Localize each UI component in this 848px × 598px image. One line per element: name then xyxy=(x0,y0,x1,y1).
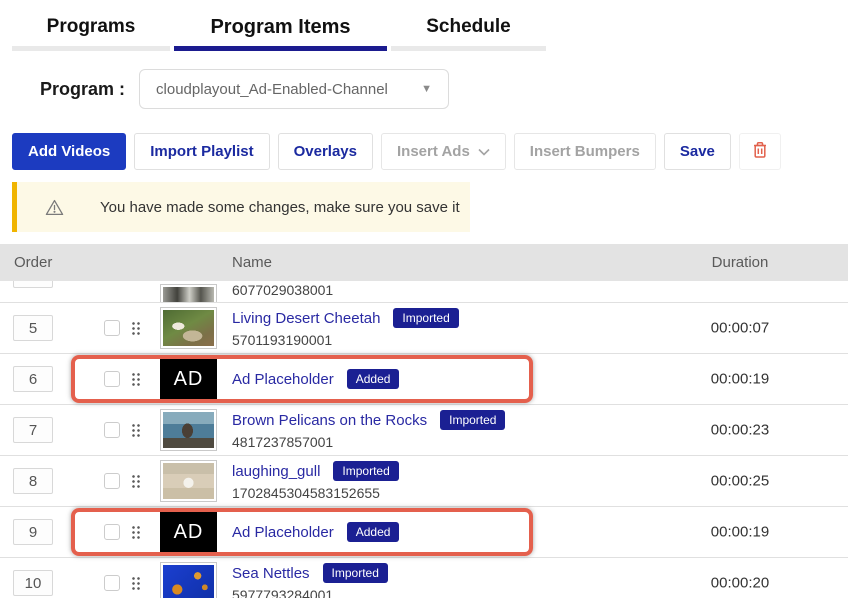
video-name-link[interactable]: Living Desert Cheetah xyxy=(232,310,380,327)
unsaved-changes-banner: You have made some changes, make sure yo… xyxy=(12,182,470,232)
duration-cell: 00:00:19 xyxy=(680,371,800,388)
drag-handle-icon[interactable] xyxy=(131,372,140,386)
drag-handle-icon[interactable] xyxy=(131,423,140,437)
row-checkbox[interactable] xyxy=(104,524,120,540)
dropdown-arrow-icon: ▼ xyxy=(421,83,432,95)
table-header: Order Name Duration xyxy=(0,244,848,281)
delete-button[interactable] xyxy=(739,133,781,170)
video-thumbnail xyxy=(160,562,217,598)
status-badge: Imported xyxy=(393,308,458,328)
video-thumbnail xyxy=(160,460,217,502)
row-checkbox[interactable] xyxy=(104,371,120,387)
table-row: 7 Brown Pelicans on the Rocks Imported 4… xyxy=(0,405,848,456)
table-row: 8 laughing_gull Imported 170284530458315… xyxy=(0,456,848,507)
table-row: 5 Living Desert Cheetah Imported 5701193… xyxy=(0,303,848,354)
row-checkbox[interactable] xyxy=(104,422,120,438)
order-number-box[interactable]: 8 xyxy=(13,468,53,494)
status-badge: Imported xyxy=(440,410,505,430)
column-header-name: Name xyxy=(232,244,272,281)
warning-triangle-icon xyxy=(45,199,64,216)
drag-handle-icon[interactable] xyxy=(131,525,140,539)
video-thumbnail xyxy=(160,409,217,451)
add-videos-button[interactable]: Add Videos xyxy=(12,133,126,170)
video-name-link[interactable]: Sea Nettles xyxy=(232,565,310,582)
column-header-duration: Duration xyxy=(680,244,800,281)
video-thumbnail xyxy=(160,307,217,349)
video-id: 5701193190001 xyxy=(232,332,459,348)
drag-handle-icon[interactable] xyxy=(131,576,140,590)
drag-handle-icon[interactable] xyxy=(131,474,140,488)
order-number-box[interactable]: 9 xyxy=(13,519,53,545)
video-id: 6077029038001 xyxy=(232,282,333,298)
ad-thumbnail: AD xyxy=(160,511,217,553)
order-number-box[interactable] xyxy=(13,281,53,288)
duration-cell: 00:00:20 xyxy=(680,575,800,592)
duration-cell: 00:00:23 xyxy=(680,422,800,439)
drag-handle-icon[interactable] xyxy=(131,321,140,335)
tab-schedule[interactable]: Schedule xyxy=(391,16,546,51)
program-dropdown[interactable]: cloudplayout_Ad-Enabled-Channel ▼ xyxy=(139,69,449,109)
video-thumbnail xyxy=(160,284,217,303)
table-row-partial: 6077029038001 xyxy=(0,281,848,303)
status-badge: Imported xyxy=(323,563,388,583)
table-row: 9 AD Ad Placeholder Added 00:00:19 xyxy=(0,507,848,558)
status-badge: Added xyxy=(347,369,400,389)
insert-bumpers-button: Insert Bumpers xyxy=(514,133,656,170)
video-name-link[interactable]: Ad Placeholder xyxy=(232,371,334,388)
order-number-box[interactable]: 7 xyxy=(13,417,53,443)
table-row: 6 AD Ad Placeholder Added 00:00:19 xyxy=(0,354,848,405)
tab-program-items[interactable]: Program Items xyxy=(174,16,387,51)
trash-icon xyxy=(752,141,768,163)
program-items-table: Order Name Duration 6077029038001 5 Livi… xyxy=(0,244,848,598)
order-number-box[interactable]: 10 xyxy=(13,570,53,596)
status-badge: Imported xyxy=(333,461,398,481)
warning-text: You have made some changes, make sure yo… xyxy=(100,199,460,216)
video-name-link[interactable]: laughing_gull xyxy=(232,463,320,480)
video-id: 4817237857001 xyxy=(232,434,505,450)
order-number-box[interactable]: 5 xyxy=(13,315,53,341)
insert-ads-button: Insert Ads xyxy=(381,133,506,170)
save-button[interactable]: Save xyxy=(664,133,731,170)
order-number-box[interactable]: 6 xyxy=(13,366,53,392)
duration-cell: 00:00:25 xyxy=(680,473,800,490)
row-checkbox[interactable] xyxy=(104,320,120,336)
program-dropdown-value: cloudplayout_Ad-Enabled-Channel xyxy=(156,81,388,98)
tab-programs[interactable]: Programs xyxy=(12,16,170,51)
video-id: 1702845304583152655 xyxy=(232,485,399,501)
video-name-link[interactable]: Brown Pelicans on the Rocks xyxy=(232,412,427,429)
program-selector-row: Program : cloudplayout_Ad-Enabled-Channe… xyxy=(40,69,848,109)
row-checkbox[interactable] xyxy=(104,473,120,489)
import-playlist-button[interactable]: Import Playlist xyxy=(134,133,269,170)
toolbar: Add Videos Import Playlist Overlays Inse… xyxy=(12,133,848,170)
overlays-button[interactable]: Overlays xyxy=(278,133,373,170)
column-header-order: Order xyxy=(14,244,52,281)
ad-thumbnail: AD xyxy=(160,358,217,400)
chevron-down-icon xyxy=(478,143,490,160)
table-row: 10 Sea Nettles Imported 5977793284001 00… xyxy=(0,558,848,598)
program-label: Program : xyxy=(40,79,125,100)
video-id: 5977793284001 xyxy=(232,587,388,598)
tab-bar: Programs Program Items Schedule xyxy=(0,0,848,51)
row-checkbox[interactable] xyxy=(104,575,120,591)
duration-cell: 00:00:07 xyxy=(680,320,800,337)
status-badge: Added xyxy=(347,522,400,542)
duration-cell: 00:00:19 xyxy=(680,524,800,541)
video-name-link[interactable]: Ad Placeholder xyxy=(232,524,334,541)
